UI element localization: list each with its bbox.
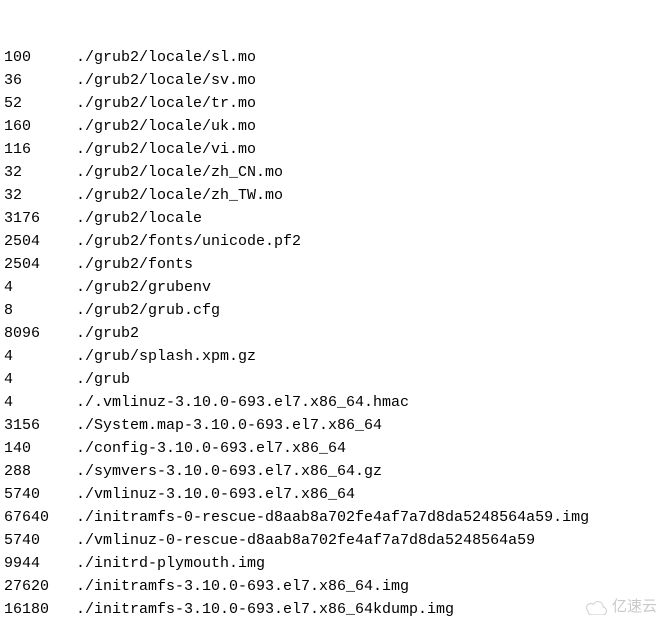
file-path: ./grub2/grub.cfg bbox=[76, 299, 220, 322]
file-path: ./grub2/fonts bbox=[76, 253, 193, 276]
file-size: 4 bbox=[4, 276, 76, 299]
file-size: 27620 bbox=[4, 575, 76, 598]
list-item: 116./grub2/locale/vi.mo bbox=[4, 138, 663, 161]
list-item: 8./grub2/grub.cfg bbox=[4, 299, 663, 322]
file-size: 52 bbox=[4, 92, 76, 115]
file-size: 8096 bbox=[4, 322, 76, 345]
terminal-output: 100./grub2/locale/sl.mo36./grub2/locale/… bbox=[0, 0, 667, 628]
file-path: ./grub2/locale/vi.mo bbox=[76, 138, 256, 161]
list-item: 2504./grub2/fonts bbox=[4, 253, 663, 276]
file-path: ./grub/splash.xpm.gz bbox=[76, 345, 256, 368]
file-size: 288 bbox=[4, 460, 76, 483]
file-size: 36 bbox=[4, 69, 76, 92]
file-size: 3156 bbox=[4, 414, 76, 437]
list-item: 288./symvers-3.10.0-693.el7.x86_64.gz bbox=[4, 460, 663, 483]
file-path: ./grub2/fonts/unicode.pf2 bbox=[76, 230, 301, 253]
list-item: 5740./vmlinuz-0-rescue-d8aab8a702fe4af7a… bbox=[4, 529, 663, 552]
file-size: 116 bbox=[4, 138, 76, 161]
file-path: ./.vmlinuz-3.10.0-693.el7.x86_64.hmac bbox=[76, 391, 409, 414]
file-path: ./grub2/locale/sv.mo bbox=[76, 69, 256, 92]
file-path: ./initramfs-3.10.0-693.el7.x86_64.img bbox=[76, 575, 409, 598]
file-path: ./grub2/locale/sl.mo bbox=[76, 46, 256, 69]
file-path: ./System.map-3.10.0-693.el7.x86_64 bbox=[76, 414, 382, 437]
file-path: ./initramfs-3.10.0-693.el7.x86_64kdump.i… bbox=[76, 598, 454, 621]
file-size: 16180 bbox=[4, 598, 76, 621]
file-path: ./grub2/grubenv bbox=[76, 276, 211, 299]
file-size: 32 bbox=[4, 184, 76, 207]
file-path: ./grub2/locale bbox=[76, 207, 202, 230]
list-item: 4./grub/splash.xpm.gz bbox=[4, 345, 663, 368]
file-path: ./grub2/locale/zh_TW.mo bbox=[76, 184, 283, 207]
file-size: 5740 bbox=[4, 529, 76, 552]
list-item: 32./grub2/locale/zh_TW.mo bbox=[4, 184, 663, 207]
list-item: 16180./initramfs-3.10.0-693.el7.x86_64kd… bbox=[4, 598, 663, 621]
file-size: 32 bbox=[4, 161, 76, 184]
file-size: 160 bbox=[4, 115, 76, 138]
list-item: 4./.vmlinuz-3.10.0-693.el7.x86_64.hmac bbox=[4, 391, 663, 414]
file-path: ./config-3.10.0-693.el7.x86_64 bbox=[76, 437, 346, 460]
file-size: 9944 bbox=[4, 552, 76, 575]
list-item: 3156./System.map-3.10.0-693.el7.x86_64 bbox=[4, 414, 663, 437]
file-path: ./initrd-plymouth.img bbox=[76, 552, 265, 575]
file-path: ./symvers-3.10.0-693.el7.x86_64.gz bbox=[76, 460, 382, 483]
file-size: 8 bbox=[4, 299, 76, 322]
list-item: 100./grub2/locale/sl.mo bbox=[4, 46, 663, 69]
file-size: 100 bbox=[4, 46, 76, 69]
file-size: 4 bbox=[4, 345, 76, 368]
list-item: 4./grub2/grubenv bbox=[4, 276, 663, 299]
list-item: 5740./vmlinuz-3.10.0-693.el7.x86_64 bbox=[4, 483, 663, 506]
file-size: 140 bbox=[4, 437, 76, 460]
file-path: ./grub2/locale/tr.mo bbox=[76, 92, 256, 115]
file-path: ./grub2 bbox=[76, 322, 139, 345]
list-item: 27620./initramfs-3.10.0-693.el7.x86_64.i… bbox=[4, 575, 663, 598]
file-size: 3176 bbox=[4, 207, 76, 230]
list-item: 67640./initramfs-0-rescue-d8aab8a702fe4a… bbox=[4, 506, 663, 529]
file-size: 4 bbox=[4, 368, 76, 391]
file-size: 5740 bbox=[4, 483, 76, 506]
file-size: 67640 bbox=[4, 506, 76, 529]
list-item: 2504./grub2/fonts/unicode.pf2 bbox=[4, 230, 663, 253]
file-size: 4 bbox=[4, 391, 76, 414]
list-item: 9944./initrd-plymouth.img bbox=[4, 552, 663, 575]
list-item: 3176./grub2/locale bbox=[4, 207, 663, 230]
list-item: 4./grub bbox=[4, 368, 663, 391]
file-path: ./initramfs-0-rescue-d8aab8a702fe4af7a7d… bbox=[76, 506, 589, 529]
file-size: 2504 bbox=[4, 230, 76, 253]
file-path: ./vmlinuz-0-rescue-d8aab8a702fe4af7a7d8d… bbox=[76, 529, 535, 552]
file-path: ./vmlinuz-3.10.0-693.el7.x86_64 bbox=[76, 483, 355, 506]
file-size: 2504 bbox=[4, 253, 76, 276]
file-path: ./grub2/locale/zh_CN.mo bbox=[76, 161, 283, 184]
list-item: 8096./grub2 bbox=[4, 322, 663, 345]
list-item: 140./config-3.10.0-693.el7.x86_64 bbox=[4, 437, 663, 460]
list-item: 52./grub2/locale/tr.mo bbox=[4, 92, 663, 115]
list-item: 160./grub2/locale/uk.mo bbox=[4, 115, 663, 138]
file-path: ./grub2/locale/uk.mo bbox=[76, 115, 256, 138]
list-item: 36./grub2/locale/sv.mo bbox=[4, 69, 663, 92]
file-path: ./grub bbox=[76, 368, 130, 391]
list-item: 32./grub2/locale/zh_CN.mo bbox=[4, 161, 663, 184]
